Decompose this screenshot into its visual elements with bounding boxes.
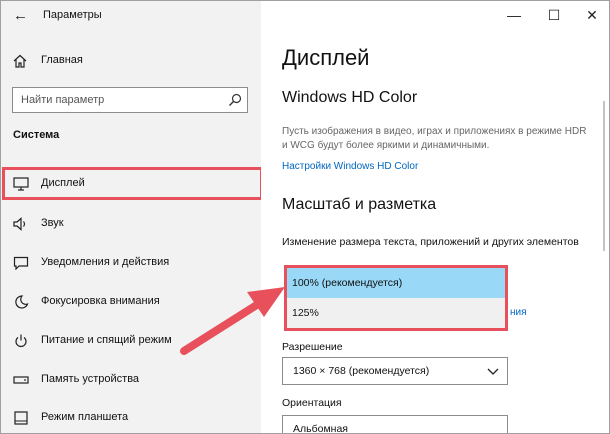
window-title: Параметры <box>43 9 102 21</box>
home-label: Главная <box>41 54 83 66</box>
resolution-dropdown[interactable]: 1360 × 768 (рекомендуется) <box>282 357 508 385</box>
sidebar-item-sound[interactable]: Звук <box>1 207 261 241</box>
orientation-label: Ориентация <box>282 397 342 409</box>
highlight-frame <box>2 167 263 200</box>
storage-icon <box>13 376 29 384</box>
search-icon[interactable] <box>227 92 243 108</box>
home-icon <box>13 54 27 68</box>
sidebar-item-label: Память устройства <box>41 373 140 385</box>
scale-label: Изменение размера текста, приложений и д… <box>282 236 579 248</box>
back-arrow-icon[interactable]: ← <box>13 6 33 26</box>
sidebar-item-tablet-mode[interactable]: Режим планшета <box>1 401 261 433</box>
sidebar-item-label: Звук <box>41 217 64 229</box>
sidebar-item-label: Уведомления и действия <box>41 256 170 268</box>
sidebar-item-label: Фокусировка внимания <box>41 295 160 307</box>
scale-heading: Масштаб и разметка <box>282 196 437 213</box>
moon-icon <box>15 295 29 309</box>
sidebar-item-storage[interactable]: Память устройства <box>1 363 261 397</box>
scale-option-125[interactable]: 125% <box>287 298 505 328</box>
sidebar: ← Параметры Главная Найти параметр Систе… <box>1 1 263 433</box>
main-panel: — ☐ ✕ Дисплей Windows HD Color Пусть изо… <box>261 1 609 434</box>
sidebar-item-label: Питание и спящий режим <box>41 334 172 346</box>
close-icon[interactable]: ✕ <box>581 5 603 25</box>
sidebar-item-power[interactable]: Питание и спящий режим <box>1 324 261 358</box>
page-title: Дисплей <box>282 45 370 70</box>
scrollbar[interactable] <box>603 101 605 251</box>
orientation-dropdown[interactable]: Альбомная <box>282 415 508 434</box>
sidebar-item-label: Режим планшета <box>41 411 129 423</box>
sidebar-item-focus-assist[interactable]: Фокусировка внимания <box>1 285 261 319</box>
tablet-icon <box>14 411 28 425</box>
search-placeholder: Найти параметр <box>21 94 105 106</box>
maximize-icon[interactable]: ☐ <box>543 5 565 25</box>
speaker-icon <box>13 217 26 231</box>
hdr-description: Пусть изображения в видео, играх и прило… <box>282 126 587 151</box>
section-heading: Система <box>13 129 60 141</box>
hdr-heading: Windows HD Color <box>282 89 418 106</box>
settings-window: ← Параметры Главная Найти параметр Систе… <box>0 0 610 434</box>
scale-option-100[interactable]: 100% (рекомендуется) <box>287 268 505 298</box>
scale-dropdown-list[interactable]: 100% (рекомендуется) 125% <box>284 265 508 331</box>
resolution-value: 1360 × 768 (рекомендуется) <box>293 365 430 377</box>
sidebar-item-notifications[interactable]: Уведомления и действия <box>1 246 261 280</box>
hdr-settings-link[interactable]: Настройки Windows HD Color <box>282 161 418 172</box>
orientation-value: Альбомная <box>293 423 348 434</box>
notification-icon <box>13 256 29 270</box>
search-input[interactable]: Найти параметр <box>12 87 248 113</box>
resolution-label: Разрешение <box>282 341 343 353</box>
power-icon <box>15 334 27 348</box>
minimize-icon[interactable]: — <box>503 5 525 25</box>
advanced-scale-link[interactable]: ния <box>510 307 527 318</box>
chevron-down-icon <box>487 368 499 375</box>
